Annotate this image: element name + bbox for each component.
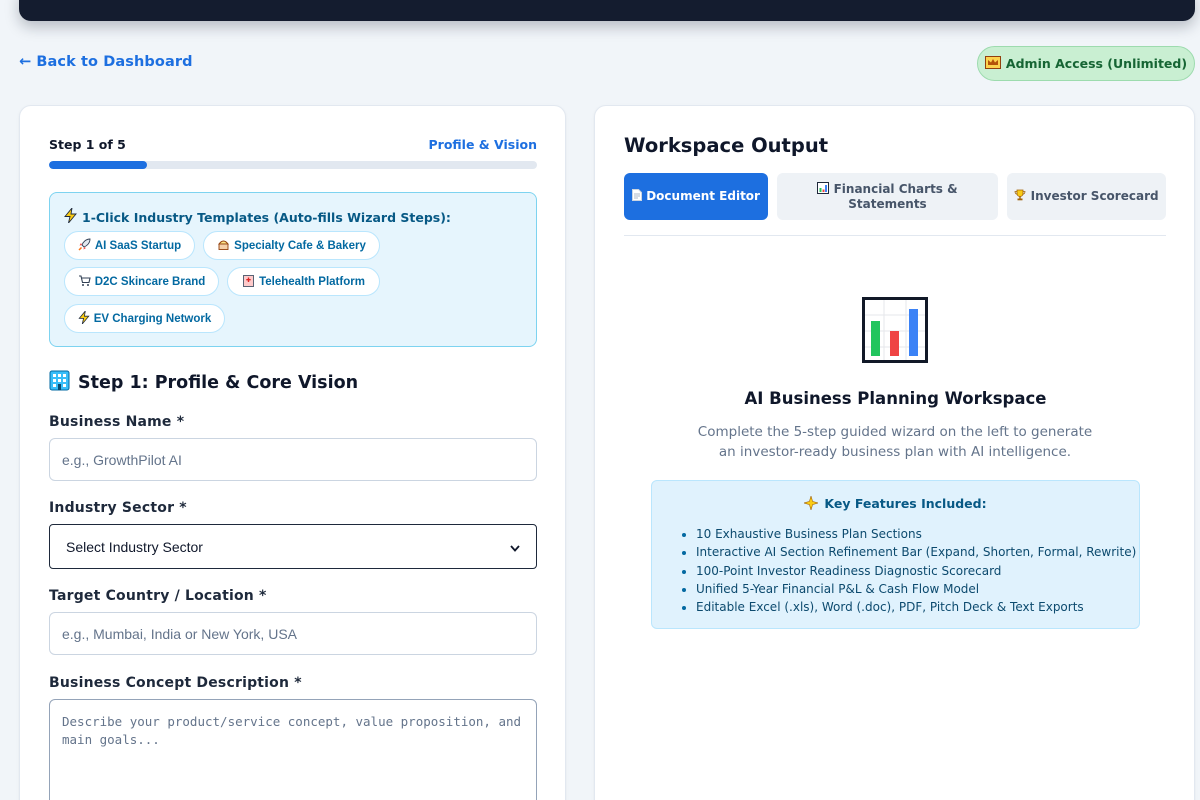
- chip-label: AI SaaS Startup: [94, 239, 182, 252]
- tab-label: Document Editor: [646, 189, 760, 203]
- crown-icon: [984, 55, 1001, 72]
- list-item: Interactive AI Section Refinement Bar (E…: [696, 543, 1136, 561]
- wizard-card: Step 1 of 5 Profile & Vision 1-Click Ind…: [19, 105, 566, 800]
- business-name-label: Business Name *: [49, 414, 185, 430]
- workspace-title: Workspace Output: [624, 134, 829, 157]
- templates-title-text: 1-Click Industry Templates (Auto-fills W…: [82, 209, 451, 225]
- tab-divider: [624, 235, 1166, 236]
- back-to-dashboard-link[interactable]: ← Back to Dashboard: [19, 54, 193, 70]
- admin-access-badge: Admin Access (Unlimited): [977, 46, 1195, 81]
- tab-label: Investor Scorecard: [1030, 189, 1159, 203]
- list-item: 10 Exhaustive Business Plan Sections: [696, 525, 1136, 543]
- industry-templates-panel: 1-Click Industry Templates (Auto-fills W…: [49, 192, 537, 347]
- bar-chart-icon: [862, 297, 928, 363]
- business-name-input[interactable]: [49, 438, 537, 481]
- chip-label: Specialty Cafe & Bakery: [234, 239, 366, 252]
- industry-sector-label: Industry Sector *: [49, 500, 187, 516]
- template-chip-skincare[interactable]: D2C Skincare Brand: [64, 267, 219, 296]
- list-item: Editable Excel (.xls), Word (.doc), PDF,…: [696, 598, 1136, 616]
- building-icon: [49, 370, 70, 396]
- template-chip-ev[interactable]: EV Charging Network: [64, 304, 225, 333]
- tab-document-editor[interactable]: Document Editor: [624, 173, 768, 220]
- lightning-icon: [78, 309, 90, 327]
- cake-icon: [217, 238, 230, 254]
- templates-title: 1-Click Industry Templates (Auto-fills W…: [64, 206, 451, 226]
- chip-label: Telehealth Platform: [259, 275, 365, 288]
- wizard-progress-bar: [49, 161, 537, 169]
- trophy-icon: [1014, 189, 1026, 203]
- rocket-icon: [78, 238, 91, 254]
- list-item: Unified 5-Year Financial P&L & Cash Flow…: [696, 580, 1136, 598]
- chevron-down-icon: [510, 539, 520, 555]
- workspace-description: Complete the 5-step guided wizard on the…: [697, 424, 1093, 460]
- chip-label: EV Charging Network: [93, 312, 212, 325]
- chip-label: D2C Skincare Brand: [94, 275, 206, 288]
- tab-investor-scorecard[interactable]: Investor Scorecard: [1007, 173, 1166, 220]
- step-count: Step 1 of 5: [49, 137, 126, 152]
- document-icon: [632, 189, 643, 203]
- concept-textarea[interactable]: [49, 699, 537, 800]
- tab-label: Financial Charts & Statements: [833, 181, 958, 211]
- industry-sector-value: Select Industry Sector: [66, 538, 203, 555]
- tab-financial-charts[interactable]: Financial Charts & Statements: [777, 173, 998, 220]
- concept-label: Business Concept Description *: [49, 675, 302, 691]
- hospital-icon: [242, 274, 255, 290]
- step-indicator: Step 1 of 5 Profile & Vision: [49, 137, 537, 152]
- sparkle-icon: [803, 494, 820, 513]
- list-item: 100-Point Investor Readiness Diagnostic …: [696, 562, 1136, 580]
- target-country-input[interactable]: [49, 612, 537, 655]
- top-navbar: [19, 0, 1195, 21]
- template-chip-telehealth[interactable]: Telehealth Platform: [227, 267, 380, 296]
- workspace-heading: AI Business Planning Workspace: [744, 389, 1047, 408]
- wizard-progress-fill: [49, 161, 147, 169]
- cart-icon: [78, 274, 91, 290]
- template-chip-cafe[interactable]: Specialty Cafe & Bakery: [203, 231, 380, 260]
- section-title: Step 1: Profile & Core Vision: [49, 370, 358, 396]
- industry-sector-select[interactable]: Select Industry Sector: [49, 524, 537, 569]
- target-country-label: Target Country / Location *: [49, 588, 267, 604]
- template-chip-ai-saas[interactable]: AI SaaS Startup: [64, 231, 195, 260]
- lightning-icon: [64, 206, 77, 226]
- features-title: Key Features Included:: [652, 494, 1139, 513]
- section-title-text: Step 1: Profile & Core Vision: [78, 373, 359, 393]
- workspace-card: Workspace Output Document Editor Financi…: [594, 105, 1195, 800]
- chart-icon: [817, 181, 830, 196]
- features-list: 10 Exhaustive Business Plan Sections Int…: [696, 525, 1136, 616]
- admin-badge-label: Admin Access (Unlimited): [1005, 56, 1188, 71]
- features-title-text: Key Features Included:: [824, 496, 987, 511]
- step-name: Profile & Vision: [428, 137, 538, 152]
- key-features-panel: Key Features Included: 10 Exhaustive Bus…: [651, 480, 1140, 629]
